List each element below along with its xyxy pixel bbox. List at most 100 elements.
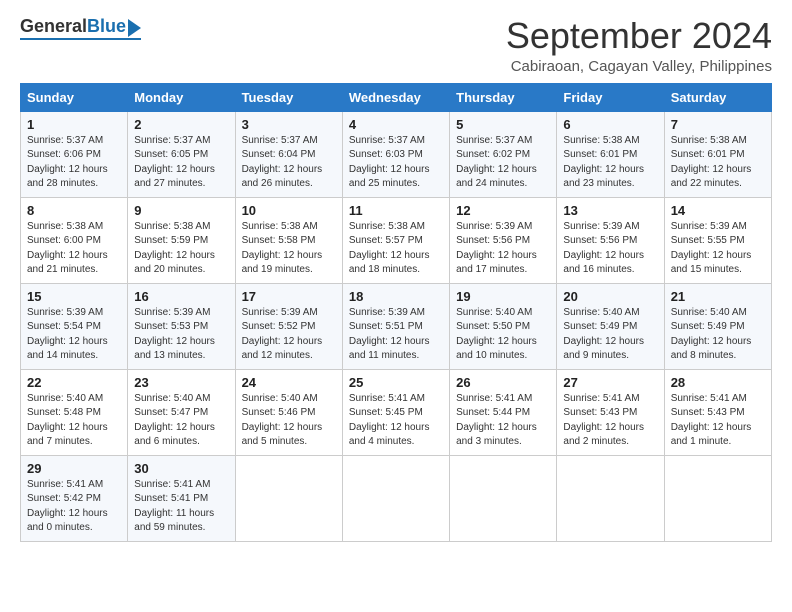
calendar-cell: 29 Sunrise: 5:41 AM Sunset: 5:42 PM Dayl… xyxy=(21,455,128,541)
calendar-cell: 16 Sunrise: 5:39 AM Sunset: 5:53 PM Dayl… xyxy=(128,283,235,369)
title-area: September 2024 Cabiraoan, Cagayan Valley… xyxy=(506,16,772,75)
calendar-cell: 27 Sunrise: 5:41 AM Sunset: 5:43 PM Dayl… xyxy=(557,369,664,455)
logo-blue: Blue xyxy=(87,16,126,36)
day-detail: Sunrise: 5:38 AM Sunset: 5:57 PM Dayligh… xyxy=(349,220,443,278)
logo-underline xyxy=(20,38,141,40)
day-number: 22 xyxy=(27,375,121,390)
calendar-header-thursday: Thursday xyxy=(450,83,557,111)
day-number: 5 xyxy=(456,117,550,132)
calendar-cell: 5 Sunrise: 5:37 AM Sunset: 6:02 PM Dayli… xyxy=(450,111,557,197)
day-number: 12 xyxy=(456,203,550,218)
calendar-header-tuesday: Tuesday xyxy=(235,83,342,111)
day-detail: Sunrise: 5:41 AM Sunset: 5:43 PM Dayligh… xyxy=(671,392,765,450)
day-number: 16 xyxy=(134,289,228,304)
day-number: 17 xyxy=(242,289,336,304)
day-number: 27 xyxy=(563,375,657,390)
calendar-cell: 30 Sunrise: 5:41 AM Sunset: 5:41 PM Dayl… xyxy=(128,455,235,541)
day-detail: Sunrise: 5:40 AM Sunset: 5:50 PM Dayligh… xyxy=(456,306,550,364)
day-detail: Sunrise: 5:37 AM Sunset: 6:03 PM Dayligh… xyxy=(349,134,443,192)
day-detail: Sunrise: 5:40 AM Sunset: 5:48 PM Dayligh… xyxy=(27,392,121,450)
day-detail: Sunrise: 5:39 AM Sunset: 5:55 PM Dayligh… xyxy=(671,220,765,278)
day-number: 21 xyxy=(671,289,765,304)
day-detail: Sunrise: 5:40 AM Sunset: 5:47 PM Dayligh… xyxy=(134,392,228,450)
calendar-week-row: 1 Sunrise: 5:37 AM Sunset: 6:06 PM Dayli… xyxy=(21,111,772,197)
day-detail: Sunrise: 5:40 AM Sunset: 5:49 PM Dayligh… xyxy=(671,306,765,364)
calendar-cell: 8 Sunrise: 5:38 AM Sunset: 6:00 PM Dayli… xyxy=(21,197,128,283)
day-number: 3 xyxy=(242,117,336,132)
day-detail: Sunrise: 5:38 AM Sunset: 6:01 PM Dayligh… xyxy=(671,134,765,192)
day-number: 24 xyxy=(242,375,336,390)
day-number: 13 xyxy=(563,203,657,218)
day-number: 7 xyxy=(671,117,765,132)
day-number: 11 xyxy=(349,203,443,218)
calendar-cell: 1 Sunrise: 5:37 AM Sunset: 6:06 PM Dayli… xyxy=(21,111,128,197)
calendar-week-row: 8 Sunrise: 5:38 AM Sunset: 6:00 PM Dayli… xyxy=(21,197,772,283)
calendar-cell: 7 Sunrise: 5:38 AM Sunset: 6:01 PM Dayli… xyxy=(664,111,771,197)
calendar-week-row: 29 Sunrise: 5:41 AM Sunset: 5:42 PM Dayl… xyxy=(21,455,772,541)
day-detail: Sunrise: 5:40 AM Sunset: 5:49 PM Dayligh… xyxy=(563,306,657,364)
day-detail: Sunrise: 5:41 AM Sunset: 5:41 PM Dayligh… xyxy=(134,478,228,536)
calendar-cell: 18 Sunrise: 5:39 AM Sunset: 5:51 PM Dayl… xyxy=(342,283,449,369)
day-detail: Sunrise: 5:39 AM Sunset: 5:56 PM Dayligh… xyxy=(456,220,550,278)
day-detail: Sunrise: 5:39 AM Sunset: 5:51 PM Dayligh… xyxy=(349,306,443,364)
day-number: 28 xyxy=(671,375,765,390)
calendar-cell xyxy=(664,455,771,541)
logo-general: General xyxy=(20,16,87,36)
day-detail: Sunrise: 5:39 AM Sunset: 5:54 PM Dayligh… xyxy=(27,306,121,364)
calendar-cell: 13 Sunrise: 5:39 AM Sunset: 5:56 PM Dayl… xyxy=(557,197,664,283)
calendar-cell: 19 Sunrise: 5:40 AM Sunset: 5:50 PM Dayl… xyxy=(450,283,557,369)
day-detail: Sunrise: 5:38 AM Sunset: 6:01 PM Dayligh… xyxy=(563,134,657,192)
calendar-cell xyxy=(235,455,342,541)
calendar-cell: 25 Sunrise: 5:41 AM Sunset: 5:45 PM Dayl… xyxy=(342,369,449,455)
day-number: 26 xyxy=(456,375,550,390)
page-header: GeneralBlue September 2024 Cabiraoan, Ca… xyxy=(20,16,772,75)
day-detail: Sunrise: 5:38 AM Sunset: 5:58 PM Dayligh… xyxy=(242,220,336,278)
day-number: 6 xyxy=(563,117,657,132)
calendar-cell: 22 Sunrise: 5:40 AM Sunset: 5:48 PM Dayl… xyxy=(21,369,128,455)
logo: GeneralBlue xyxy=(20,16,141,40)
day-number: 2 xyxy=(134,117,228,132)
calendar-week-row: 22 Sunrise: 5:40 AM Sunset: 5:48 PM Dayl… xyxy=(21,369,772,455)
day-number: 30 xyxy=(134,461,228,476)
day-number: 18 xyxy=(349,289,443,304)
calendar-week-row: 15 Sunrise: 5:39 AM Sunset: 5:54 PM Dayl… xyxy=(21,283,772,369)
day-detail: Sunrise: 5:39 AM Sunset: 5:56 PM Dayligh… xyxy=(563,220,657,278)
day-number: 23 xyxy=(134,375,228,390)
calendar-cell xyxy=(342,455,449,541)
month-title: September 2024 xyxy=(506,16,772,56)
day-detail: Sunrise: 5:37 AM Sunset: 6:02 PM Dayligh… xyxy=(456,134,550,192)
calendar-header-sunday: Sunday xyxy=(21,83,128,111)
day-number: 4 xyxy=(349,117,443,132)
day-detail: Sunrise: 5:39 AM Sunset: 5:53 PM Dayligh… xyxy=(134,306,228,364)
calendar-cell: 11 Sunrise: 5:38 AM Sunset: 5:57 PM Dayl… xyxy=(342,197,449,283)
day-detail: Sunrise: 5:41 AM Sunset: 5:42 PM Dayligh… xyxy=(27,478,121,536)
logo-chevron-icon xyxy=(128,19,141,37)
day-detail: Sunrise: 5:39 AM Sunset: 5:52 PM Dayligh… xyxy=(242,306,336,364)
location-title: Cabiraoan, Cagayan Valley, Philippines xyxy=(506,58,772,75)
calendar-cell: 20 Sunrise: 5:40 AM Sunset: 5:49 PM Dayl… xyxy=(557,283,664,369)
calendar-cell: 15 Sunrise: 5:39 AM Sunset: 5:54 PM Dayl… xyxy=(21,283,128,369)
day-detail: Sunrise: 5:38 AM Sunset: 6:00 PM Dayligh… xyxy=(27,220,121,278)
calendar-cell: 2 Sunrise: 5:37 AM Sunset: 6:05 PM Dayli… xyxy=(128,111,235,197)
calendar-header-friday: Friday xyxy=(557,83,664,111)
calendar-header-wednesday: Wednesday xyxy=(342,83,449,111)
calendar-table: SundayMondayTuesdayWednesdayThursdayFrid… xyxy=(20,83,772,542)
day-detail: Sunrise: 5:38 AM Sunset: 5:59 PM Dayligh… xyxy=(134,220,228,278)
day-number: 9 xyxy=(134,203,228,218)
calendar-cell: 9 Sunrise: 5:38 AM Sunset: 5:59 PM Dayli… xyxy=(128,197,235,283)
day-number: 15 xyxy=(27,289,121,304)
calendar-header-saturday: Saturday xyxy=(664,83,771,111)
calendar-cell xyxy=(557,455,664,541)
day-detail: Sunrise: 5:37 AM Sunset: 6:04 PM Dayligh… xyxy=(242,134,336,192)
calendar-cell: 3 Sunrise: 5:37 AM Sunset: 6:04 PM Dayli… xyxy=(235,111,342,197)
day-number: 1 xyxy=(27,117,121,132)
calendar-cell: 6 Sunrise: 5:38 AM Sunset: 6:01 PM Dayli… xyxy=(557,111,664,197)
day-number: 10 xyxy=(242,203,336,218)
calendar-cell: 26 Sunrise: 5:41 AM Sunset: 5:44 PM Dayl… xyxy=(450,369,557,455)
day-number: 25 xyxy=(349,375,443,390)
calendar-cell: 10 Sunrise: 5:38 AM Sunset: 5:58 PM Dayl… xyxy=(235,197,342,283)
calendar-cell: 4 Sunrise: 5:37 AM Sunset: 6:03 PM Dayli… xyxy=(342,111,449,197)
calendar-cell xyxy=(450,455,557,541)
day-detail: Sunrise: 5:41 AM Sunset: 5:44 PM Dayligh… xyxy=(456,392,550,450)
calendar-cell: 28 Sunrise: 5:41 AM Sunset: 5:43 PM Dayl… xyxy=(664,369,771,455)
